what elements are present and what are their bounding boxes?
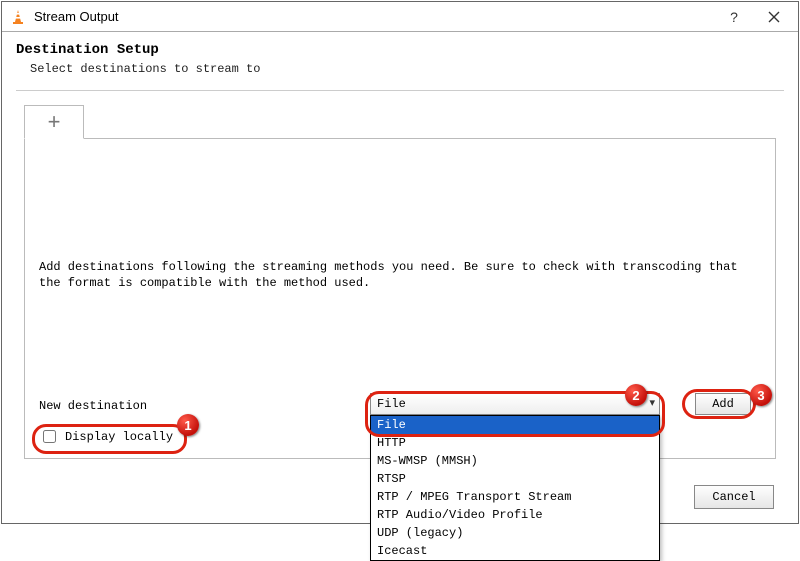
destination-dropdown[interactable]: FileHTTPMS-WMSP (MMSH)RTSPRTP / MPEG Tra… [370, 415, 660, 561]
cancel-button[interactable]: Cancel [694, 485, 774, 509]
stream-output-window: Stream Output ? Destination Setup Select… [1, 1, 799, 524]
help-button[interactable]: ? [714, 3, 754, 31]
destination-option[interactable]: RTP Audio/Video Profile [371, 506, 659, 524]
tab-baseline [24, 138, 776, 139]
close-button[interactable] [754, 3, 794, 31]
page-subtitle: Select destinations to stream to [16, 62, 784, 76]
destinations-tab-area: + Add destinations following the streami… [24, 105, 776, 459]
destination-option[interactable]: RTSP [371, 470, 659, 488]
add-button-label: Add [712, 397, 734, 411]
plus-icon: + [48, 109, 61, 135]
titlebar: Stream Output ? [2, 2, 798, 32]
display-locally-row[interactable]: Display locally [39, 427, 173, 446]
window-title: Stream Output [34, 9, 714, 24]
new-destination-label: New destination [39, 399, 147, 413]
cancel-button-label: Cancel [712, 490, 755, 504]
destination-option[interactable]: Icecast [371, 542, 659, 560]
add-tab-button[interactable]: + [24, 105, 84, 139]
page-title: Destination Setup [16, 42, 784, 58]
vlc-cone-icon [10, 9, 26, 25]
separator [16, 90, 784, 91]
display-locally-checkbox[interactable] [43, 430, 56, 443]
destination-option[interactable]: RTP / MPEG Transport Stream [371, 488, 659, 506]
destination-option[interactable]: UDP (legacy) [371, 524, 659, 542]
wizard-header: Destination Setup Select destinations to… [2, 32, 798, 80]
destination-select-wrap: File FileHTTPMS-WMSP (MMSH)RTSPRTP / MPE… [370, 393, 660, 415]
destination-option[interactable]: HTTP [371, 434, 659, 452]
tab-strip: + [24, 105, 776, 139]
display-locally-label: Display locally [65, 430, 173, 444]
instructions-text: Add destinations following the streaming… [39, 259, 761, 291]
destination-option[interactable]: MS-WMSP (MMSH) [371, 452, 659, 470]
destinations-panel: Add destinations following the streaming… [24, 139, 776, 459]
destination-select[interactable]: File [370, 393, 660, 415]
destination-select-value: File [377, 397, 406, 411]
destination-option[interactable]: File [371, 416, 659, 434]
add-button[interactable]: Add [695, 393, 751, 415]
